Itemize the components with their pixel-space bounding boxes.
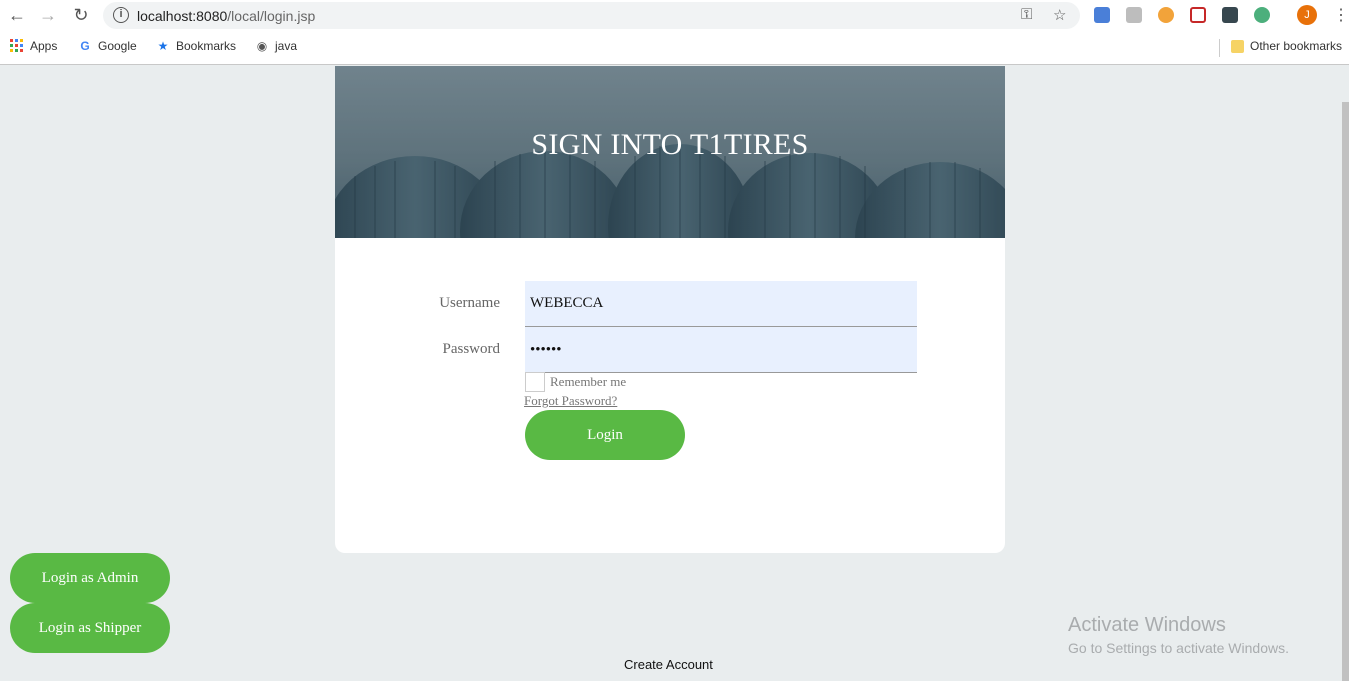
address-bar[interactable]: i localhost:8080/local/login.jsp ⚿ ☆ [103, 2, 1080, 29]
bookmark-star-icon[interactable]: ☆ [1053, 6, 1066, 24]
login-card: SIGN INTO T1TIRES Username Password ••••… [335, 66, 1005, 553]
google-icon: G [80, 39, 90, 53]
bookmarks-divider [1219, 39, 1220, 57]
bookmark-label: Apps [30, 39, 58, 53]
forgot-password-link[interactable]: Forgot Password? [524, 393, 617, 409]
folder-icon [1231, 39, 1244, 53]
reload-icon[interactable]: ↻ [70, 4, 92, 26]
apps-grid-icon [10, 39, 23, 52]
profile-avatar[interactable]: J [1297, 5, 1317, 25]
login-as-admin-button[interactable]: Login as Admin [10, 553, 170, 603]
username-label: Username [439, 295, 500, 311]
activate-windows-title: Activate Windows [1068, 614, 1226, 636]
key-icon[interactable]: ⚿ [1021, 6, 1032, 23]
password-label: Password [442, 341, 500, 357]
activate-windows-subtitle: Go to Settings to activate Windows. [1068, 640, 1289, 656]
bookmarks-bar: Apps G Google ★ Bookmarks ◉ java Other b… [0, 31, 1349, 65]
bookmark-label: Other bookmarks [1250, 39, 1343, 53]
back-arrow-icon[interactable]: ← [6, 4, 28, 26]
login-as-shipper-button[interactable]: Login as Shipper [10, 603, 170, 653]
star-icon: ★ [157, 39, 169, 53]
bookmark-apps[interactable]: Apps [10, 39, 57, 53]
page-title: SIGN INTO T1TIRES [531, 128, 809, 161]
browser-toolbar: ← → ↻ i localhost:8080/local/login.jsp ⚿… [0, 0, 1349, 31]
url-host: localhost:8080 [137, 8, 228, 24]
remember-me-checkbox[interactable] [525, 372, 545, 392]
create-account-link[interactable]: Create Account [624, 657, 713, 672]
tires-banner: SIGN INTO T1TIRES [335, 66, 1005, 238]
login-button[interactable]: Login [525, 410, 685, 460]
bookmark-java[interactable]: ◉ java [255, 39, 297, 53]
bookmark-label: Google [98, 39, 137, 53]
bookmark-label: Bookmarks [176, 39, 237, 53]
bookmark-other[interactable]: Other bookmarks [1231, 39, 1342, 53]
address-url[interactable]: localhost:8080/local/login.jsp [137, 8, 315, 24]
info-icon[interactable]: i [113, 7, 129, 23]
remember-me-label: Remember me [550, 374, 627, 389]
forward-arrow-icon[interactable]: → [37, 4, 59, 26]
url-path: /local/login.jsp [227, 8, 316, 24]
bookmark-bookmarks[interactable]: ★ Bookmarks [156, 39, 236, 53]
bookmark-google[interactable]: G Google [78, 39, 137, 53]
bookmark-label: java [275, 39, 298, 53]
extension-icon[interactable] [1254, 7, 1270, 23]
extension-icon[interactable] [1126, 7, 1142, 23]
globe-icon: ◉ [256, 39, 268, 53]
page-scrollbar[interactable] [1342, 102, 1349, 681]
extension-icon[interactable] [1158, 7, 1174, 23]
username-input[interactable] [525, 281, 917, 327]
translate-extension-icon[interactable] [1094, 7, 1110, 23]
extension-icon[interactable] [1190, 7, 1206, 23]
more-menu-icon[interactable]: ⋮ [1333, 5, 1349, 25]
password-input[interactable]: •••••• [525, 327, 917, 373]
extension-icon[interactable] [1222, 7, 1238, 23]
